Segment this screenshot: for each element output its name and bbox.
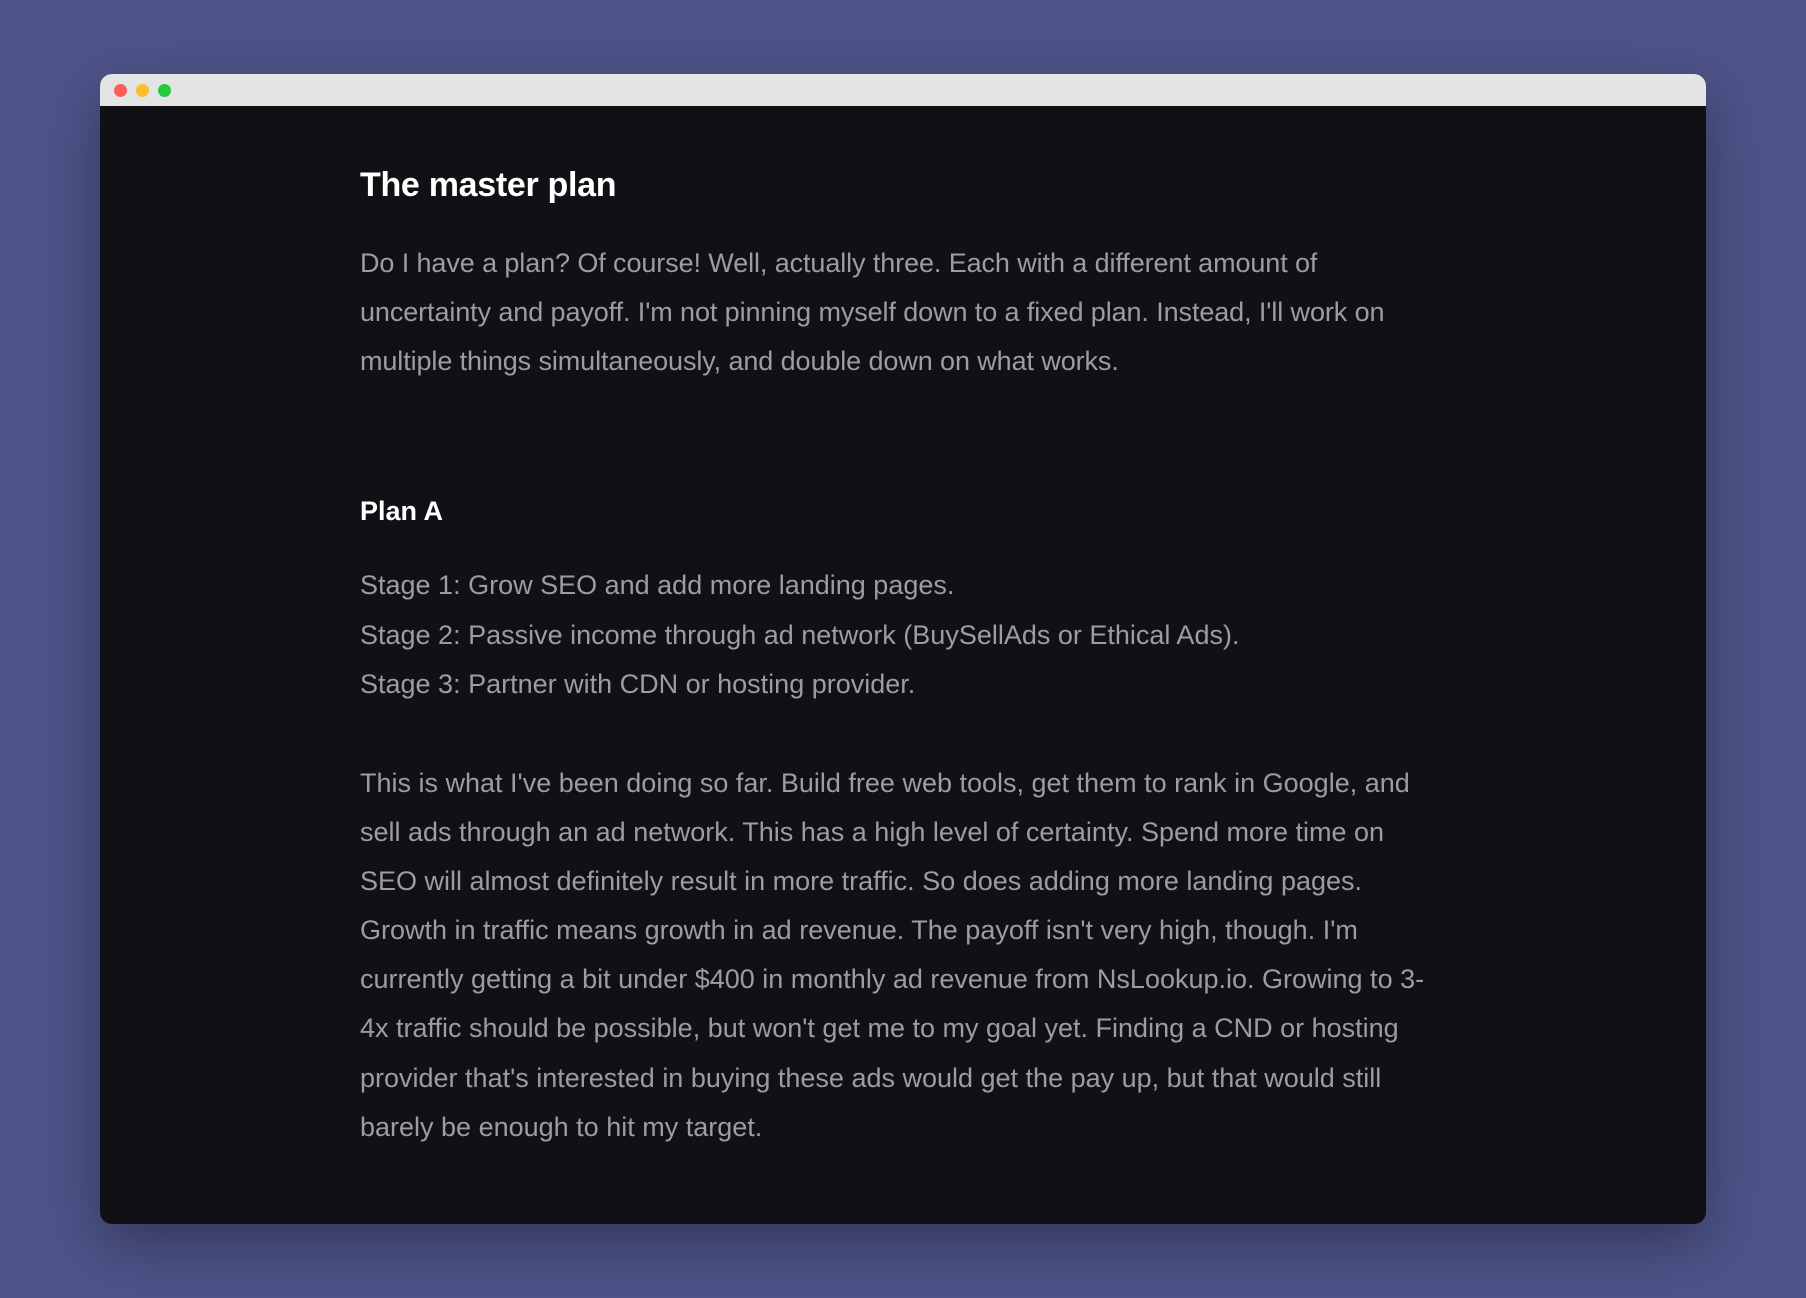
plan-a-body: This is what I've been doing so far. Bui…	[360, 759, 1446, 1152]
intro-paragraph: Do I have a plan? Of course! Well, actua…	[360, 239, 1446, 386]
minimize-icon[interactable]	[136, 84, 149, 97]
stage-line: Stage 2: Passive income through ad netwo…	[360, 611, 1446, 660]
plan-a-stages: Stage 1: Grow SEO and add more landing p…	[360, 561, 1446, 708]
plan-a-heading: Plan A	[360, 496, 1446, 527]
maximize-icon[interactable]	[158, 84, 171, 97]
window-titlebar	[100, 74, 1706, 106]
app-window: The master plan Do I have a plan? Of cou…	[100, 74, 1706, 1224]
page-title: The master plan	[360, 166, 1446, 205]
document-content: The master plan Do I have a plan? Of cou…	[100, 106, 1706, 1224]
stage-line: Stage 1: Grow SEO and add more landing p…	[360, 561, 1446, 610]
close-icon[interactable]	[114, 84, 127, 97]
stage-line: Stage 3: Partner with CDN or hosting pro…	[360, 660, 1446, 709]
